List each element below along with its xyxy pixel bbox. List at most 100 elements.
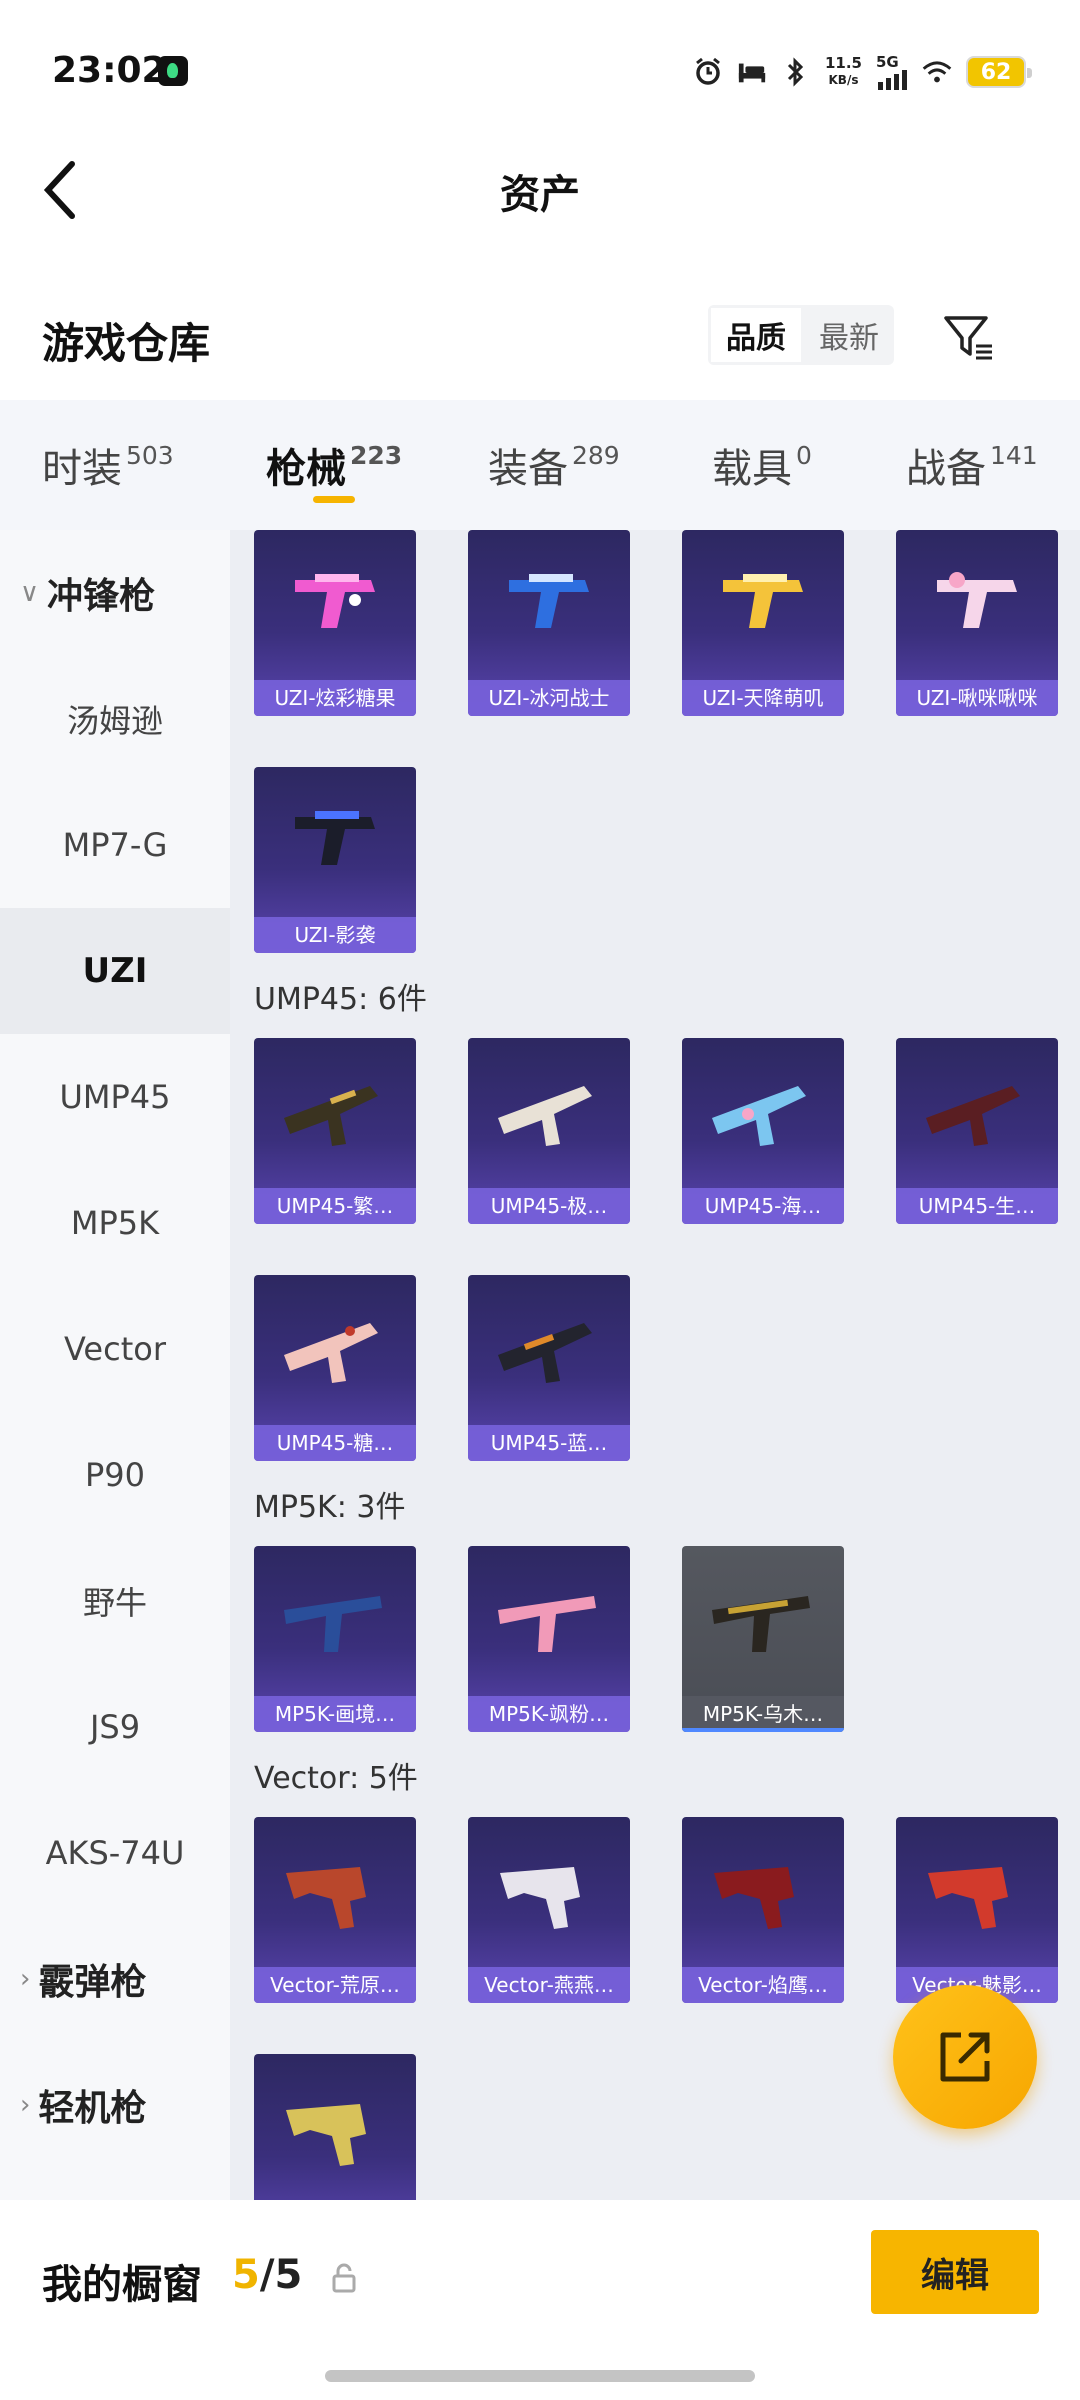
page-title: 资产 — [500, 172, 580, 218]
skin-card[interactable]: UMP45-极… — [468, 1038, 630, 1224]
tab-vehicles[interactable]: 载具 0 — [712, 436, 812, 494]
ump45-skin-image — [682, 1048, 844, 1178]
ump45-skin-image — [468, 1285, 630, 1415]
skin-card[interactable]: UZI-冰河战士 — [468, 530, 630, 716]
share-button[interactable] — [893, 1985, 1037, 2129]
home-indicator[interactable] — [325, 2370, 755, 2382]
skin-grid: UZI-炫彩糖果 UZI-冰河战士 UZI-天降萌叽 UZI-啾咪啾咪 UZI-… — [230, 530, 1080, 2200]
sidebar-item-mp7g[interactable]: MP7-G — [0, 782, 230, 908]
skin-card[interactable]: UMP45-海… — [682, 1038, 844, 1224]
sidebar-group-shotgun[interactable]: › 霰弹枪 — [0, 1916, 230, 2042]
category-tabs: 时装 503 枪械 223 装备 289 载具 0 战备 141 — [0, 400, 1080, 530]
skin-card[interactable]: Vector-焰鹰… — [682, 1817, 844, 2003]
sidebar-group-smg[interactable]: ∨ 冲锋枪 — [0, 530, 230, 656]
chevron-down-icon: ∨ — [20, 578, 40, 608]
uzi-skin-image — [682, 540, 844, 670]
skin-name: UMP45-生… — [896, 1188, 1058, 1224]
showcase-bar: 我的橱窗 5/5 编辑 — [0, 2200, 1080, 2400]
tab-fashion[interactable]: 时装 503 — [42, 436, 174, 494]
sort-toggle: 品质 最新 — [708, 305, 894, 365]
skin-name: MP5K-飒粉… — [468, 1696, 630, 1732]
vector-skin-image — [682, 1827, 844, 1957]
skin-name: UMP45-海… — [682, 1188, 844, 1224]
mp5k-skin-image — [682, 1556, 844, 1686]
uzi-skin-image — [254, 777, 416, 907]
tab-tactical[interactable]: 战备 141 — [906, 436, 1038, 494]
skin-card[interactable]: UMP45-繁… — [254, 1038, 416, 1224]
ump45-skin-image — [468, 1048, 630, 1178]
battery-indicator: 62 — [966, 56, 1032, 88]
uzi-skin-image — [468, 540, 630, 670]
skin-card[interactable]: UZI-天降萌叽 — [682, 530, 844, 716]
skin-card[interactable]: MP5K-画境… — [254, 1546, 416, 1732]
vector-skin-image — [254, 1827, 416, 1957]
skin-name: Vector-焰鹰… — [682, 1967, 844, 2003]
skin-name: UMP45-极… — [468, 1188, 630, 1224]
status-bar: 23:02 11.5 KB/s 5G 62 — [0, 0, 1080, 140]
skin-name: UZI-影袭 — [254, 917, 416, 953]
ump45-skin-image — [254, 1048, 416, 1178]
section-title-mp5k: MP5K: 3件 — [254, 1490, 406, 1525]
mp5k-skin-image — [468, 1556, 630, 1686]
lock-icon — [332, 2263, 356, 2293]
status-time: 23:02 — [52, 50, 167, 91]
skin-name: MP5K-乌木… — [682, 1696, 844, 1732]
skin-card[interactable]: UZI-影袭 — [254, 767, 416, 953]
sidebar-group-lmg[interactable]: › 轻机枪 — [0, 2042, 230, 2168]
sidebar-item-p90[interactable]: P90 — [0, 1412, 230, 1538]
sidebar-item-vector[interactable]: Vector — [0, 1286, 230, 1412]
skin-name: UZI-啾咪啾咪 — [896, 680, 1058, 716]
vector-skin-image — [468, 1827, 630, 1957]
tab-equipment[interactable]: 装备 289 — [488, 436, 620, 494]
sort-newest-option[interactable]: 最新 — [804, 305, 894, 365]
bluetooth-icon — [781, 57, 811, 87]
skin-name: Vector-燕燕… — [468, 1967, 630, 2003]
weapon-type-sidebar: ∨ 冲锋枪 汤姆逊 MP7-G UZI UMP45 MP5K Vector P90… — [0, 530, 230, 2200]
sort-quality-option[interactable]: 品质 — [708, 305, 804, 365]
vector-skin-image — [254, 2064, 416, 2194]
status-icons: 11.5 KB/s 5G 62 — [693, 50, 1032, 94]
skin-card[interactable]: UZI-啾咪啾咪 — [896, 530, 1058, 716]
bed-icon — [737, 57, 767, 87]
ump45-skin-image — [254, 1285, 416, 1415]
skin-card[interactable]: UMP45-生… — [896, 1038, 1058, 1224]
warehouse-title: 游戏仓库 — [42, 319, 211, 368]
sidebar-item-js9[interactable]: JS9 — [0, 1664, 230, 1790]
skin-card[interactable]: MP5K-乌木… — [682, 1546, 844, 1732]
chevron-right-icon: › — [20, 1964, 31, 1994]
sidebar-item-ump45[interactable]: UMP45 — [0, 1034, 230, 1160]
active-tab-indicator — [313, 496, 355, 503]
filter-button[interactable] — [940, 308, 996, 364]
network-type: 5G — [876, 53, 899, 71]
sidebar-item-bizon[interactable]: 野牛 — [0, 1538, 230, 1664]
sidebar-item-thompson[interactable]: 汤姆逊 — [0, 656, 230, 782]
signal-icon: 5G — [876, 54, 908, 90]
app-notification-icon — [158, 56, 188, 86]
edit-button[interactable]: 编辑 — [871, 2230, 1039, 2314]
skin-name: UZI-天降萌叽 — [682, 680, 844, 716]
skin-card[interactable]: UZI-炫彩糖果 — [254, 530, 416, 716]
skin-card[interactable]: Vector-荒原… — [254, 1817, 416, 2003]
skin-card[interactable]: Vector-魅影… — [896, 1817, 1058, 2003]
wifi-icon — [922, 57, 952, 87]
tab-firearms[interactable]: 枪械 223 — [266, 436, 402, 494]
skin-card[interactable]: Vector-燕燕… — [468, 1817, 630, 2003]
ump45-skin-image — [896, 1048, 1058, 1178]
skin-card[interactable]: MP5K-飒粉… — [468, 1546, 630, 1732]
skin-name: MP5K-画境… — [254, 1696, 416, 1732]
alarm-icon — [693, 57, 723, 87]
uzi-skin-image — [254, 540, 416, 670]
skin-card[interactable] — [254, 2054, 416, 2200]
showcase-label: 我的橱窗 — [42, 2262, 202, 2308]
sidebar-item-aks74u[interactable]: AKS-74U — [0, 1790, 230, 1916]
skin-card[interactable]: UMP45-蓝… — [468, 1275, 630, 1461]
sidebar-item-mp5k[interactable]: MP5K — [0, 1160, 230, 1286]
chevron-right-icon: › — [20, 2090, 31, 2120]
skin-name: UZI-冰河战士 — [468, 680, 630, 716]
skin-card[interactable]: UMP45-糖… — [254, 1275, 416, 1461]
sidebar-item-uzi[interactable]: UZI — [0, 908, 230, 1034]
top-app-bar: 资产 — [0, 140, 1080, 240]
network-speed: 11.5 KB/s — [824, 54, 862, 88]
skin-name: UMP45-蓝… — [468, 1425, 630, 1461]
skin-name: UZI-炫彩糖果 — [254, 680, 416, 716]
